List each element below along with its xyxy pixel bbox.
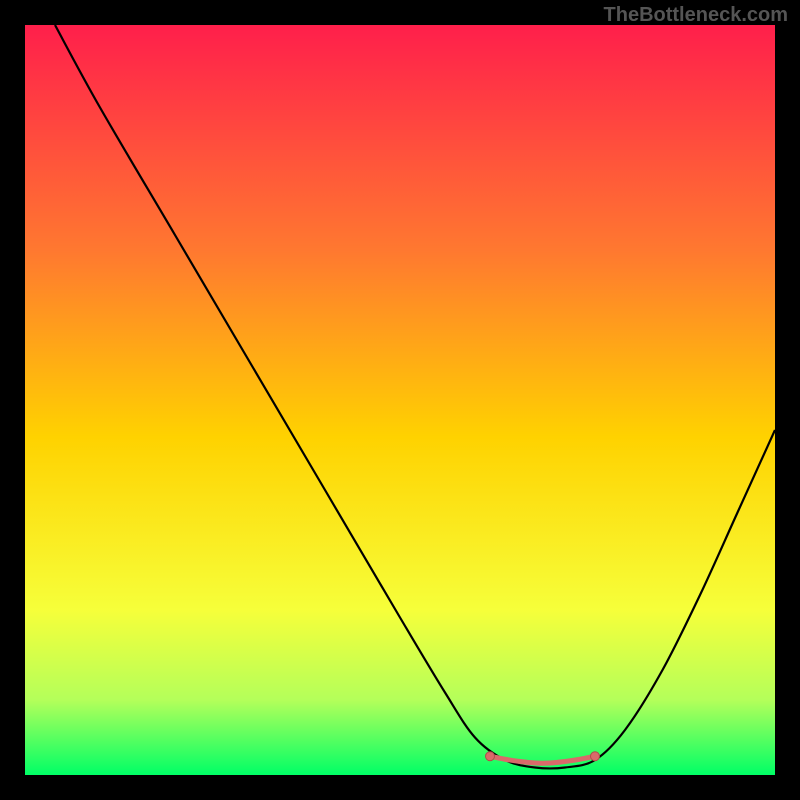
chart-plot-area <box>25 25 775 775</box>
gradient-background <box>25 25 775 775</box>
optimal-range-end-dot <box>591 752 600 761</box>
watermark-text: TheBottleneck.com <box>604 4 788 27</box>
optimal-range-end-dot <box>486 752 495 761</box>
chart-svg <box>25 25 775 775</box>
